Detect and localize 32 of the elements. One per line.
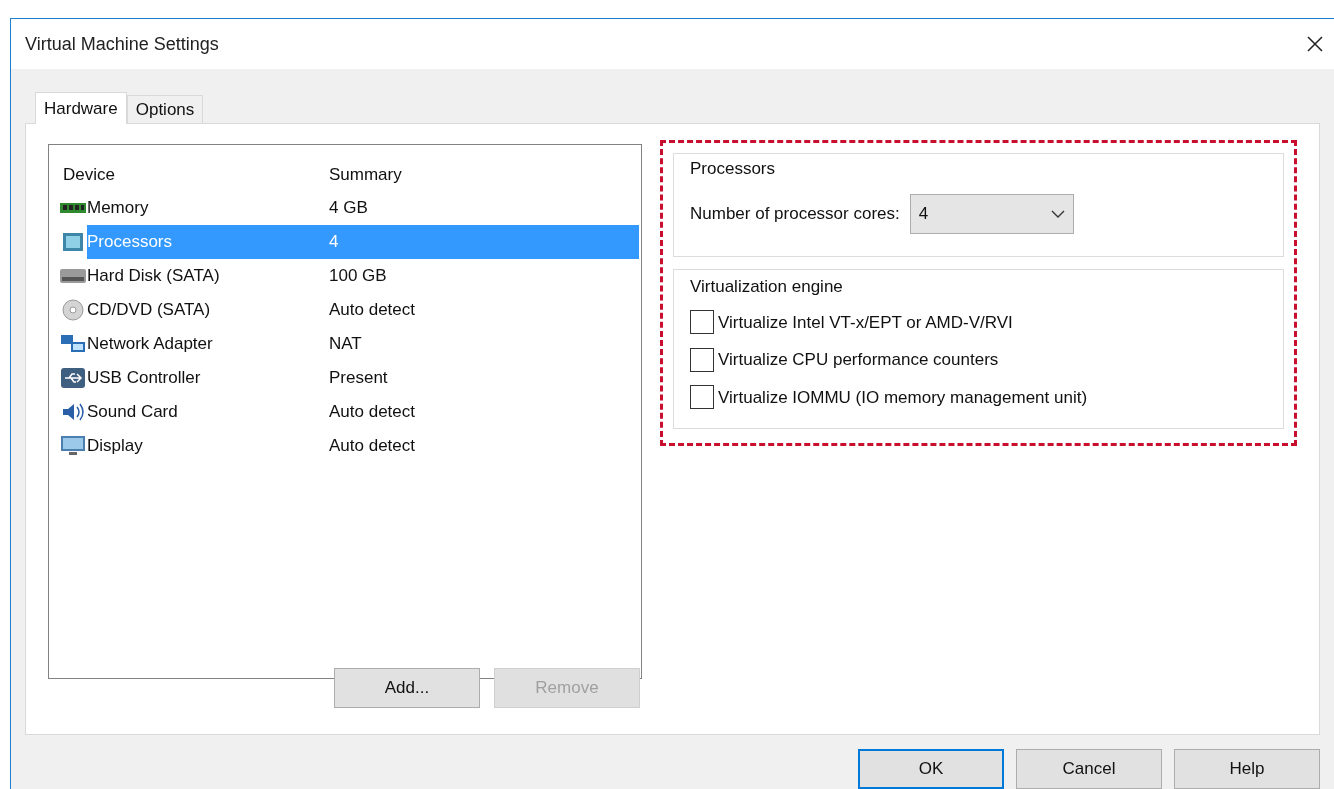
device-row[interactable]: Sound Card Auto detect: [87, 395, 639, 429]
checkbox[interactable]: [690, 310, 714, 335]
group-title: Processors: [690, 158, 777, 180]
chevron-down-icon: [1050, 209, 1065, 218]
checkbox[interactable]: [690, 347, 714, 372]
cores-dropdown[interactable]: 4: [909, 193, 1074, 234]
device-row[interactable]: Hard Disk (SATA) 100 GB: [87, 259, 639, 293]
device-row[interactable]: USB Controller Present: [87, 361, 639, 395]
checkbox[interactable]: [690, 385, 714, 410]
tab[interactable]: Options: [126, 95, 204, 123]
dialog-button[interactable]: OK: [858, 749, 1004, 789]
checkbox-label: Virtualize Intel VT-x/EPT or AMD-V/RVI: [718, 311, 1013, 334]
usb-icon: [59, 367, 87, 389]
monitor-icon: [59, 435, 87, 457]
device-row[interactable]: Display Auto detect: [87, 429, 639, 463]
device-row[interactable]: Memory 4 GB: [87, 191, 639, 225]
tab[interactable]: Hardware: [35, 92, 127, 124]
device-row[interactable]: Network Adapter NAT: [87, 327, 639, 361]
window-title: Virtual Machine Settings: [25, 32, 219, 56]
group-title: Virtualization engine: [690, 276, 844, 298]
close-icon[interactable]: [1306, 35, 1324, 53]
disc-icon: [59, 299, 87, 321]
column-header: Summary: [329, 164, 402, 187]
device-row[interactable]: CD/DVD (SATA) Auto detect: [87, 293, 639, 327]
network-computers-icon: [59, 333, 87, 355]
checkbox-label: Virtualize IOMMU (IO memory management unit): [718, 386, 1088, 409]
column-header: Device: [62, 164, 116, 187]
checkbox-label: Virtualize CPU performance counters: [718, 349, 999, 371]
field-label: Number of processor cores:: [690, 202, 900, 225]
list-action-button[interactable]: Add...: [334, 668, 480, 708]
dialog-button[interactable]: Cancel: [1016, 749, 1162, 789]
dialog-button[interactable]: Help: [1174, 749, 1320, 789]
